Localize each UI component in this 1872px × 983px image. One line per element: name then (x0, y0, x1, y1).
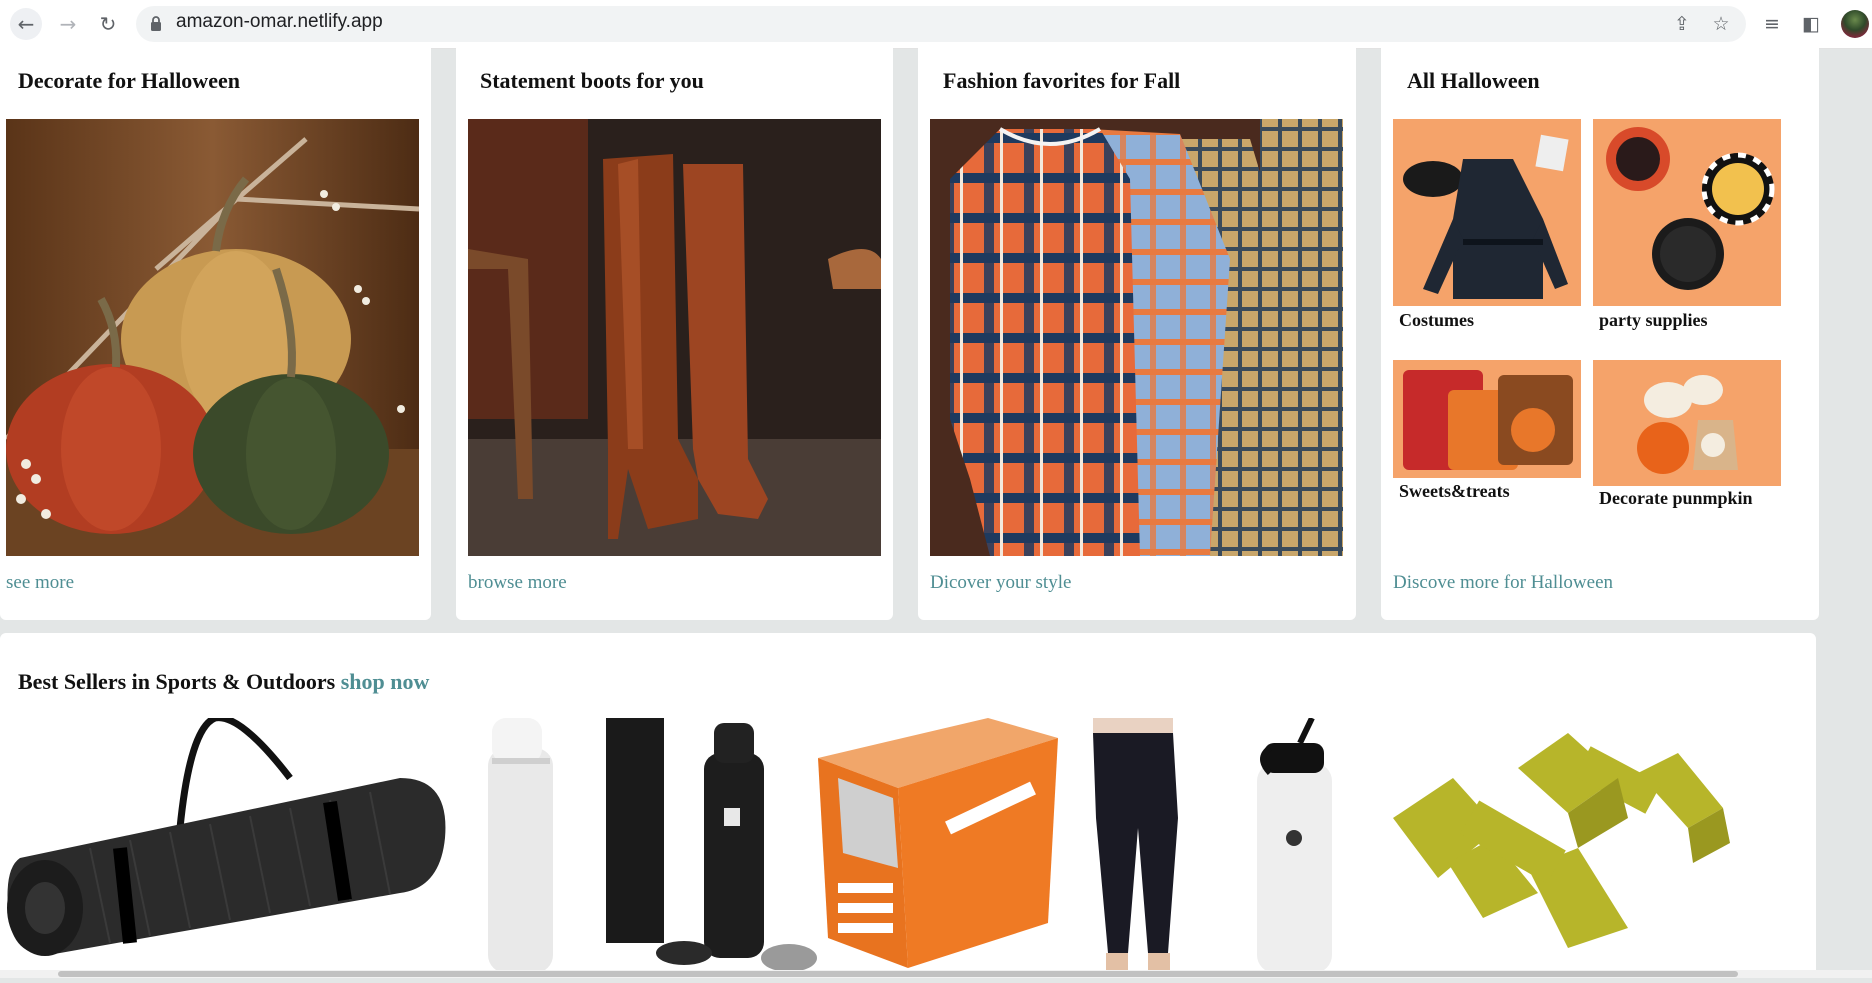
side-panel-icon[interactable]: ◧ (1799, 12, 1823, 36)
product-hand-warmers[interactable] (818, 718, 1058, 978)
card-statement-boots: Statement boots for you browse more (456, 48, 893, 620)
best-sellers-heading: Best Sellers in Sports & Outdoors (18, 669, 336, 694)
sweets-treats-label[interactable]: Sweets&treats (1399, 481, 1510, 502)
back-arrow-icon[interactable]: ← (10, 8, 42, 40)
bookmark-star-icon[interactable]: ☆ (1709, 12, 1733, 36)
product-yoga-mat[interactable] (0, 714, 450, 978)
share-icon[interactable]: ⇪ (1670, 12, 1694, 36)
card-title: All Halloween (1407, 68, 1540, 93)
costumes-label[interactable]: Costumes (1399, 310, 1474, 331)
card-decorate-halloween: Decorate for Halloween see more (0, 48, 431, 620)
scrollbar-thumb[interactable] (58, 971, 1738, 977)
card-title: Fashion favorites for Fall (943, 68, 1181, 93)
browse-more-link[interactable]: browse more (468, 572, 567, 594)
boots-image[interactable] (468, 119, 881, 556)
best-sellers-section: Best Sellers in Sports & Outdoors shop n… (0, 633, 1816, 978)
party-supplies-label[interactable]: party supplies (1599, 310, 1708, 331)
discover-halloween-link[interactable]: Discove more for Halloween (1393, 572, 1613, 594)
discover-style-link[interactable]: Dicover your style (930, 572, 1071, 594)
reload-icon[interactable]: ↻ (92, 8, 124, 40)
profile-avatar[interactable] (1841, 10, 1869, 38)
see-more-link[interactable]: see more (6, 572, 74, 594)
plaid-shirts-image[interactable] (930, 119, 1343, 556)
address-url[interactable]: amazon-omar.netlify.app (176, 11, 383, 33)
pumpkins-image[interactable] (6, 119, 419, 556)
forward-arrow-icon[interactable]: → (52, 8, 84, 40)
product-owala-bottle[interactable] (478, 718, 563, 978)
shop-now-link[interactable]: shop now (341, 669, 430, 694)
product-hydro-flask[interactable] (1252, 716, 1337, 978)
sweets-treats-image[interactable] (1393, 360, 1581, 478)
party-supplies-image[interactable] (1593, 119, 1781, 306)
browser-toolbar: ← → ↻ amazon-omar.netlify.app ⇪ ☆ ≡ ◧ (0, 0, 1872, 49)
costumes-image[interactable] (1393, 119, 1581, 306)
product-ironflask[interactable] (604, 718, 819, 978)
reading-list-icon[interactable]: ≡ (1760, 12, 1784, 36)
card-title: Statement boots for you (480, 68, 704, 93)
decorate-pumpkin-label[interactable]: Decorate punmpkin (1599, 488, 1753, 509)
best-sellers-title: Best Sellers in Sports & Outdoors shop n… (18, 669, 429, 695)
card-fashion-fall: Fashion favorites for Fall Dicover your … (918, 48, 1356, 620)
product-joggers[interactable] (1078, 718, 1193, 978)
lock-icon (151, 16, 161, 31)
card-all-halloween: All Halloween Costumes party supplies Sw… (1381, 48, 1819, 620)
card-title: Decorate for Halloween (18, 68, 240, 93)
decorate-pumpkin-image[interactable] (1593, 360, 1781, 486)
product-dumbbells[interactable] (1378, 718, 1758, 978)
